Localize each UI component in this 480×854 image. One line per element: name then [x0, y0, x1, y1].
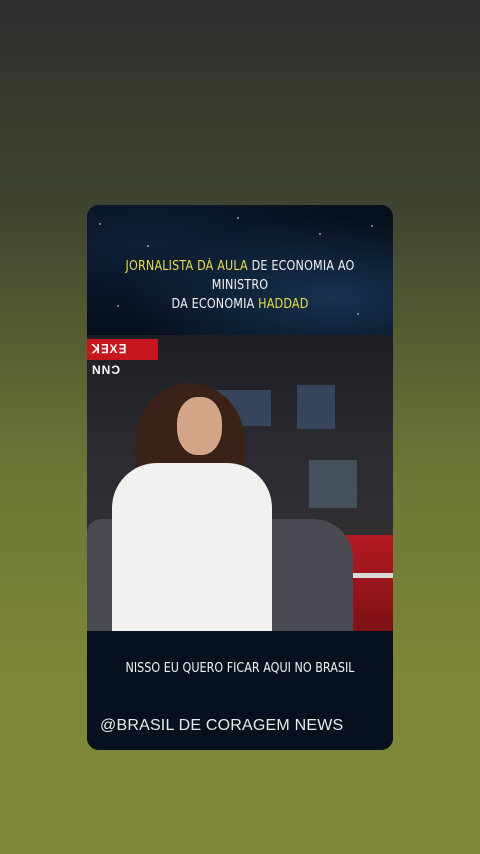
- star-decoration: [371, 225, 373, 227]
- subtitle-text: NISSO EU QUERO FICAR AQUI NO BRASIL: [125, 661, 355, 676]
- headline-panel: JORNALISTA DÁ AULA DE ECONOMIA AO MINIST…: [87, 205, 393, 337]
- star-decoration: [99, 223, 101, 225]
- headline-highlight: JORNALISTA DÁ AULA: [125, 259, 248, 274]
- studio-monitor: [297, 385, 335, 429]
- channel-logo: ꓘ∃X∃ NNƆ: [87, 339, 158, 377]
- person-white-suit: [112, 463, 272, 631]
- star-decoration: [319, 233, 321, 235]
- watermark-text: @BRASIL DE CORAGEM NEWS: [100, 717, 344, 734]
- headline-part: DA ECONOMIA: [171, 297, 259, 312]
- caption-panel: NISSO EU QUERO FICAR AQUI NO BRASIL @BRA…: [87, 631, 393, 750]
- studio-monitor: [309, 460, 357, 508]
- headline-highlight: HADDAD: [258, 297, 309, 312]
- person-face: [177, 397, 222, 455]
- star-decoration: [147, 245, 149, 247]
- video-post-card[interactable]: JORNALISTA DÁ AULA DE ECONOMIA AO MINIST…: [87, 205, 393, 750]
- headline-text: JORNALISTA DÁ AULA DE ECONOMIA AO MINIST…: [108, 257, 371, 314]
- star-decoration: [237, 217, 239, 219]
- video-frame[interactable]: ꓘ∃X∃ NNƆ: [87, 335, 393, 631]
- screen: { "headline": { "highlight_1": "JORNALIS…: [0, 0, 480, 854]
